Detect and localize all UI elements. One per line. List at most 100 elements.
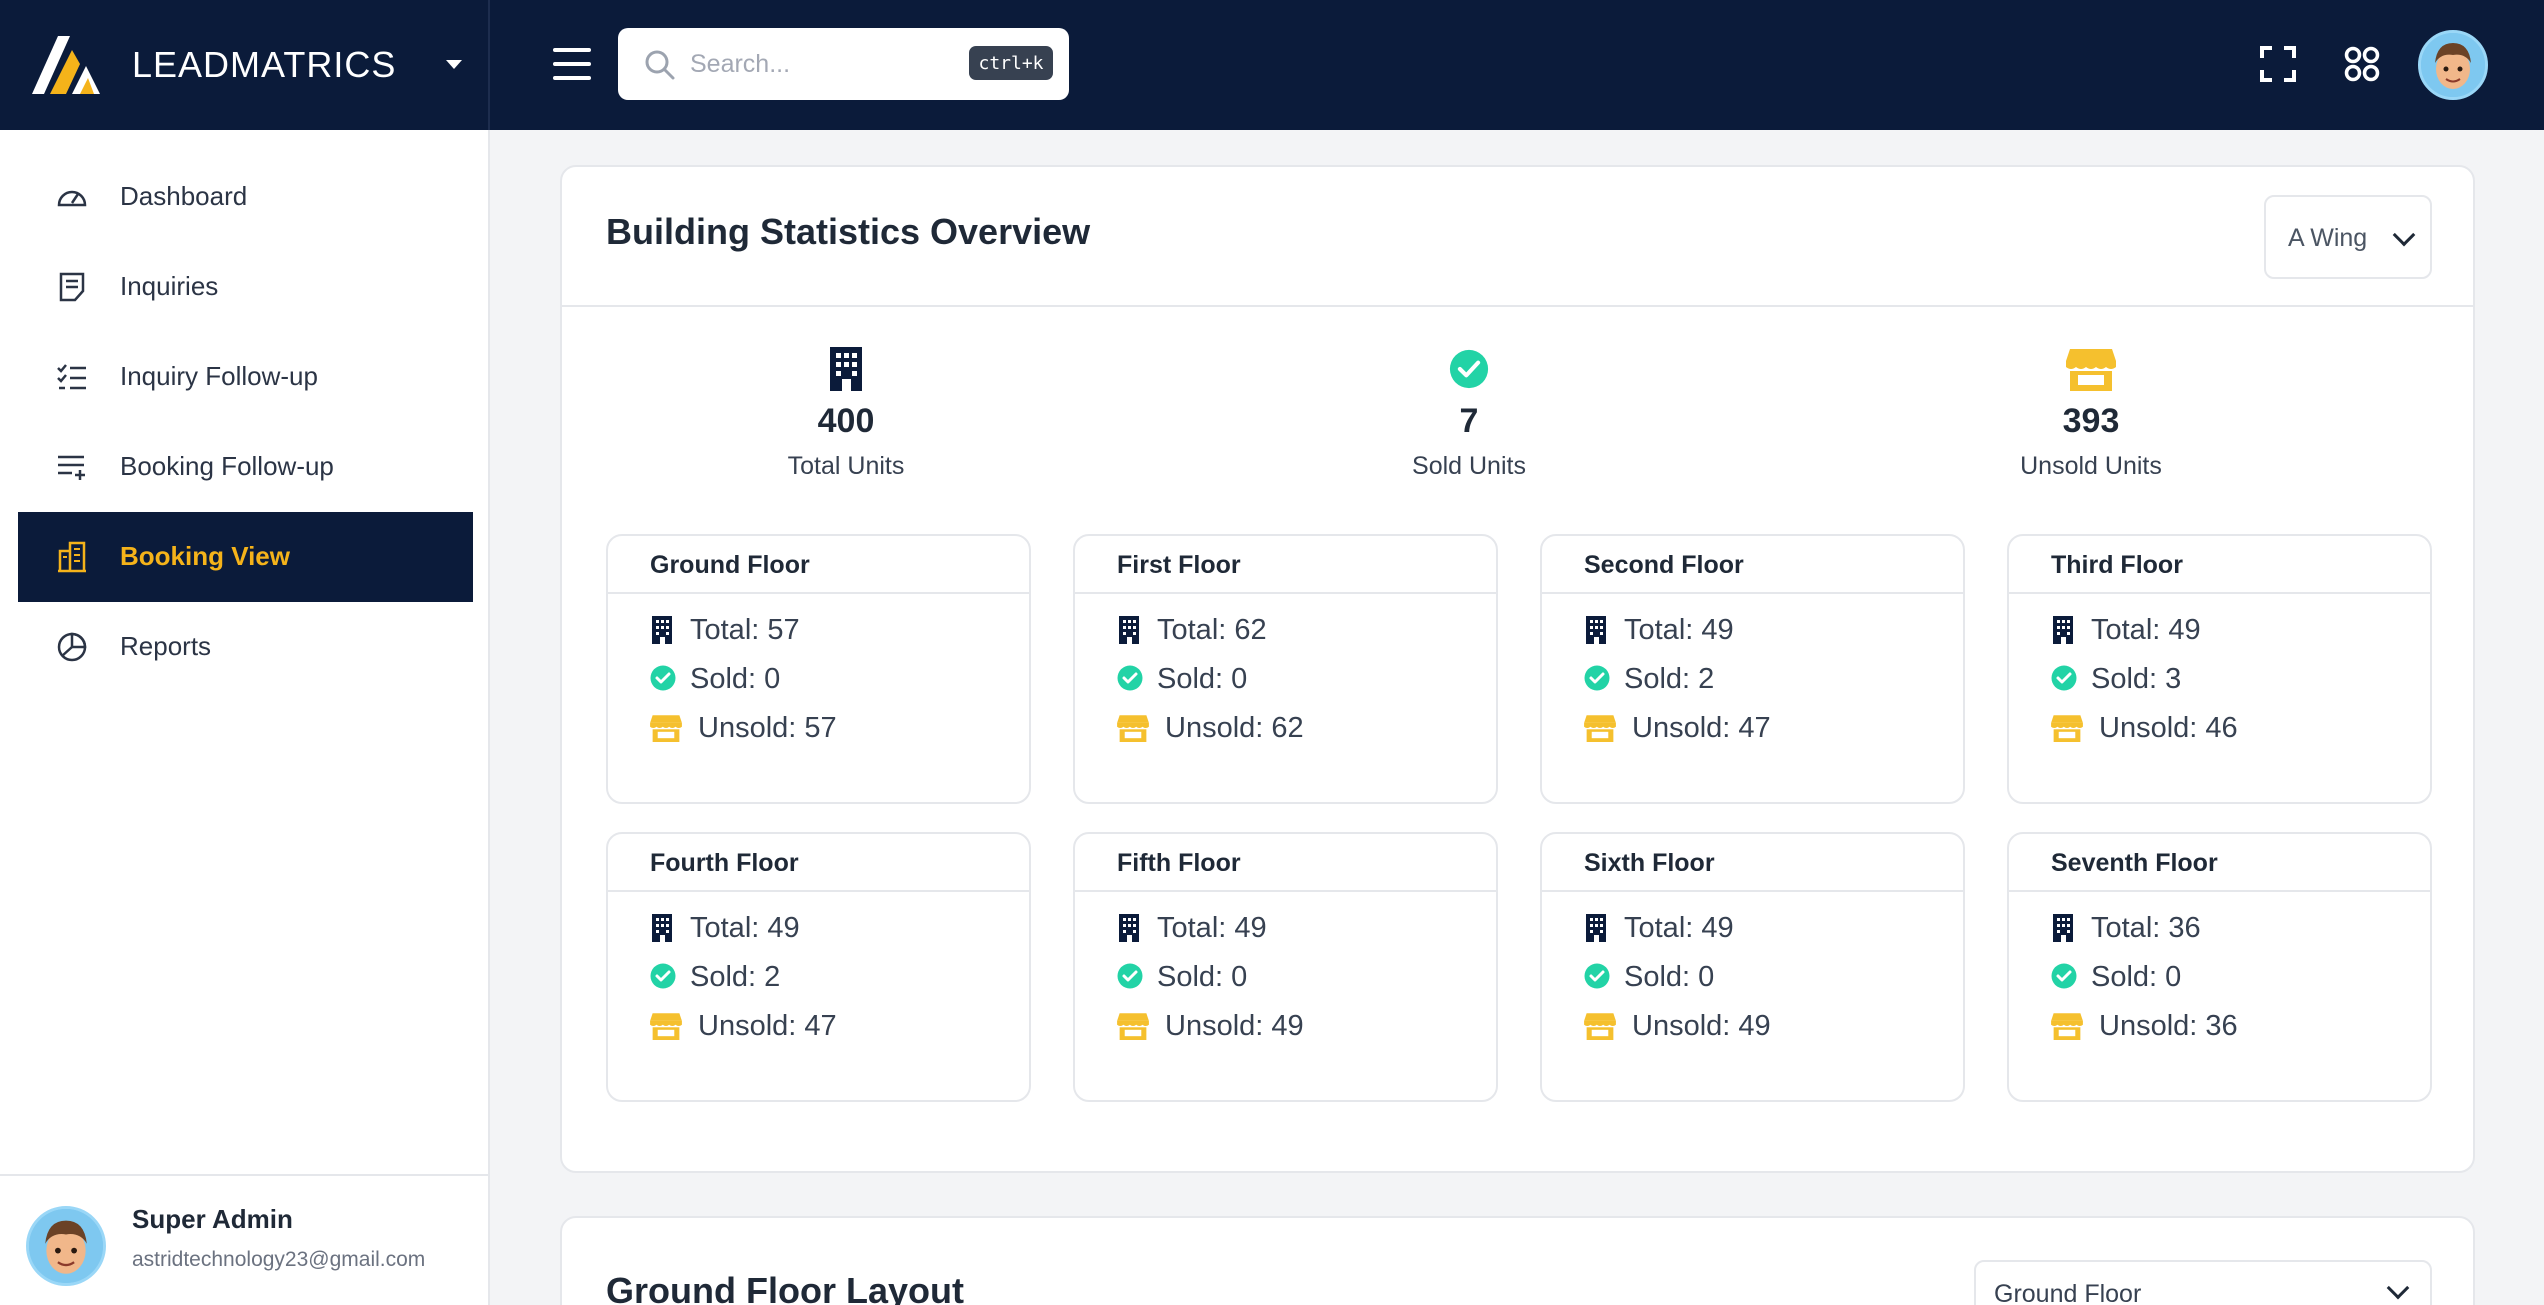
floor-name: Second Floor [1584,551,1744,579]
floor-total-row: Total: 57 [650,612,1010,648]
floor-unsold: Unsold: 49 [1165,1010,1304,1042]
floor-select[interactable]: Ground Floor [1974,1260,2432,1305]
floor-card[interactable]: Sixth Floor Total: 49 Sold: 0 Unsold: 49 [1540,832,1965,1102]
floor-name: Fifth Floor [1117,849,1241,877]
chevron-down-icon [2386,1276,2410,1300]
floor-unsold: Unsold: 36 [2099,1010,2238,1042]
fullscreen-icon[interactable] [2258,44,2298,84]
floor-card[interactable]: First Floor Total: 62 Sold: 0 Unsold: 62 [1073,534,1498,804]
store-icon [2066,349,2116,391]
card-header: Building Statistics Overview A Wing [562,167,2473,307]
building-icon [58,541,86,573]
floor-card-header: Seventh Floor [2009,834,2430,892]
user-avatar[interactable] [2418,30,2488,100]
floor-sold-row: Sold: 0 [650,661,1010,697]
floor-sold: Sold: 0 [1157,663,1248,695]
sidebar-item-reports[interactable]: Reports [18,602,473,692]
sidebar-item-inquiries[interactable]: Inquiries [18,242,473,332]
sidebar-item-booking-view[interactable]: Booking View [18,512,473,602]
floor-unsold: Unsold: 47 [1632,712,1771,744]
check-circle-icon [1584,963,1610,989]
floor-sold-row: Sold: 3 [2051,661,2411,697]
sidebar-item-label: Booking View [120,541,290,571]
floor-sold: Sold: 0 [2091,961,2182,993]
floor-name: Sixth Floor [1584,849,1715,877]
store-icon [650,1013,682,1040]
user-avatar [26,1206,106,1286]
floor-sold-row: Sold: 2 [1584,661,1944,697]
floor-layout-title: Ground Floor Layout [606,1270,964,1305]
floor-total-row: Total: 49 [1117,910,1477,946]
search-input[interactable] [690,42,950,86]
store-icon [650,715,682,742]
brand-name: LEADMATRICS [132,44,397,85]
sidebar-item-label: Booking Follow-up [120,451,334,481]
floor-card[interactable]: Fifth Floor Total: 49 Sold: 0 Unsold: 49 [1073,832,1498,1102]
building-icon [1586,616,1606,644]
floor-unsold: Unsold: 47 [698,1010,837,1042]
list-add-icon [58,455,85,480]
sidebar-item-booking-follow-up[interactable]: Booking Follow-up [18,422,473,512]
wing-select-value: A Wing [2288,224,2368,252]
stat-unsold-units: 393 Unsold Units [1941,347,2241,497]
floor-card[interactable]: Ground Floor Total: 57 Sold: 0 Unsold: 57 [606,534,1031,804]
building-statistics-card: Building Statistics Overview A Wing 400 … [560,165,2475,1173]
building-icon [1119,914,1139,942]
floor-sold: Sold: 0 [690,663,781,695]
sidebar-item-dashboard[interactable]: Dashboard [18,152,473,242]
brand-logo-icon [32,36,100,94]
sidebar: Dashboard Inquiries Inquiry Follow-up Bo… [0,130,490,1305]
floor-total-row: Total: 49 [2051,612,2411,648]
floor-name: First Floor [1117,551,1241,579]
floor-total-row: Total: 49 [650,910,1010,946]
floor-sold: Sold: 2 [1624,663,1715,695]
building-icon [2053,616,2073,644]
floor-card-header: Ground Floor [608,536,1029,594]
floor-card-header: Second Floor [1542,536,1963,594]
floor-total-row: Total: 62 [1117,612,1477,648]
floor-card[interactable]: Fourth Floor Total: 49 Sold: 2 Unsold: 47 [606,832,1031,1102]
brand[interactable]: LEADMATRICS [0,0,490,130]
floor-name: Seventh Floor [2051,849,2218,877]
menu-toggle-button[interactable] [553,48,591,80]
floor-unsold-row: Unsold: 49 [1117,1008,1477,1044]
building-icon [830,347,862,391]
floor-card[interactable]: Seventh Floor Total: 36 Sold: 0 Unsold: 36 [2007,832,2432,1102]
document-icon [59,272,85,302]
apps-grid-icon[interactable] [2342,44,2382,84]
floor-card[interactable]: Third Floor Total: 49 Sold: 3 Unsold: 46 [2007,534,2432,804]
sidebar-user-profile[interactable]: Super Admin astridtechnology23@gmail.com [0,1174,488,1305]
floor-card-header: Sixth Floor [1542,834,1963,892]
store-icon [1117,715,1149,742]
stat-label: Total Units [787,452,905,480]
floor-unsold: Unsold: 46 [2099,712,2238,744]
user-email: astridtechnology23@gmail.com [132,1248,426,1271]
caret-down-icon[interactable] [446,60,462,69]
stat-label: Sold Units [1412,452,1526,480]
store-icon [2051,1013,2083,1040]
floor-total-row: Total: 36 [2051,910,2411,946]
stat-value: 7 [1459,402,1479,440]
floor-sold-row: Sold: 0 [1117,661,1477,697]
floor-unsold: Unsold: 57 [698,712,837,744]
floor-card[interactable]: Second Floor Total: 49 Sold: 2 Unsold: 47 [1540,534,1965,804]
sidebar-item-inquiry-follow-up[interactable]: Inquiry Follow-up [18,332,473,422]
floor-total-row: Total: 49 [1584,910,1944,946]
top-bar: LEADMATRICS ctrl+k [0,0,2544,130]
floor-unsold: Unsold: 49 [1632,1010,1771,1042]
store-icon [1117,1013,1149,1040]
stat-value: 400 [817,402,875,440]
search-icon [645,50,675,80]
floor-unsold-row: Unsold: 62 [1117,710,1477,746]
floor-unsold-row: Unsold: 36 [2051,1008,2411,1044]
user-name: Super Admin [132,1204,293,1234]
building-icon [1586,914,1606,942]
stat-sold-units: 7 Sold Units [1319,347,1619,497]
check-circle-icon [1117,963,1143,989]
search-box[interactable]: ctrl+k [618,28,1069,100]
floor-unsold-row: Unsold: 57 [650,710,1010,746]
wing-select[interactable]: A Wing [2264,195,2432,279]
floor-sold: Sold: 0 [1157,961,1248,993]
floor-name: Fourth Floor [650,849,799,877]
avatar-face-icon [29,1209,103,1283]
